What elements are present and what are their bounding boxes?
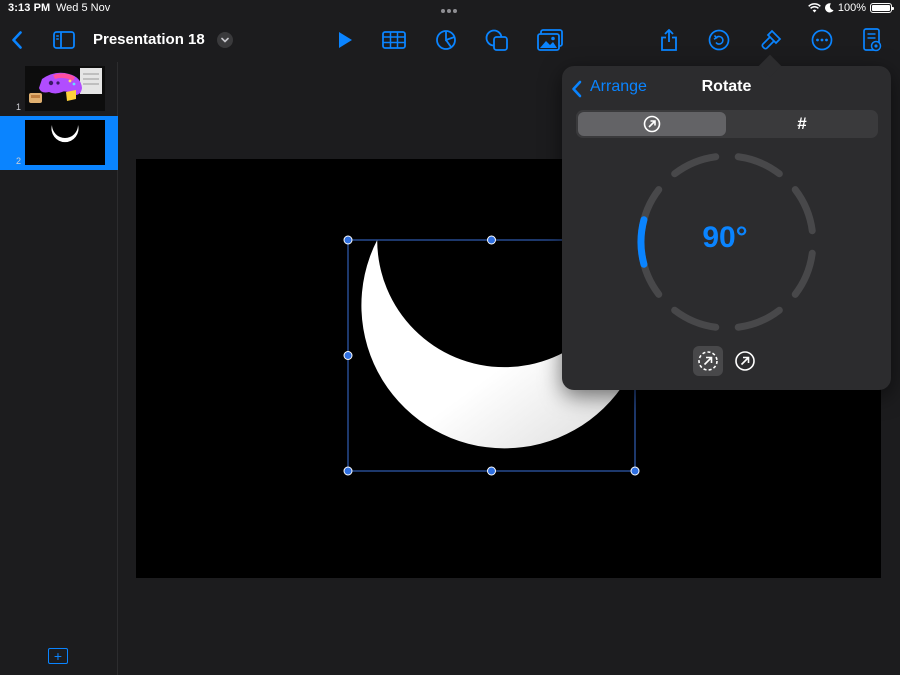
add-slide-icon[interactable]: + [48, 648, 68, 664]
presenter-notes-icon[interactable] [858, 26, 886, 54]
segment-rotate-dial[interactable] [578, 112, 726, 136]
multitasking-dots-icon[interactable] [441, 4, 461, 13]
status-date: Wed 5 Nov [56, 2, 111, 14]
rotate-dial-icon [643, 115, 661, 133]
media-icon[interactable] [536, 26, 564, 54]
shape-icon[interactable] [483, 26, 511, 54]
slide-1-preview [25, 66, 105, 111]
dial-tick-segment [671, 306, 720, 331]
back-to-arrange[interactable]: Arrange [590, 78, 647, 96]
selection-handle-bottom-right[interactable] [630, 466, 640, 476]
toolbar: Presentation 18 [0, 20, 900, 60]
rotate-mode-segmented-control: # [576, 110, 878, 138]
format-brush-icon[interactable] [757, 26, 785, 54]
battery-percent: 100% [837, 2, 866, 14]
selection-handle-top-middle[interactable] [487, 235, 496, 245]
undo-icon[interactable] [705, 26, 733, 54]
dial-tick-segment [734, 306, 783, 331]
moon-icon [824, 3, 834, 13]
rotate-popover: Arrange Rotate # 90° [562, 54, 891, 390]
document-title[interactable]: Presentation 18 [93, 31, 205, 48]
back-chevron-icon[interactable] [3, 26, 31, 54]
status-right: 100% [808, 2, 894, 14]
play-icon[interactable] [331, 26, 359, 54]
slide-2-preview [25, 120, 105, 165]
table-icon[interactable] [380, 26, 408, 54]
slide-thumbnail-2[interactable]: 2 [0, 116, 118, 170]
slide-navigator: 1 2 + [0, 62, 118, 675]
dial-tick-segment [671, 153, 720, 178]
status-time: 3:13 PM [8, 2, 51, 14]
rotate-arrow-button[interactable] [730, 346, 760, 376]
slide-number: 1 [16, 102, 22, 112]
wifi-icon [808, 3, 821, 13]
sidebar-toggle-icon[interactable] [50, 26, 78, 54]
game-controller-artwork [25, 66, 105, 111]
dial-tick-segment [734, 153, 783, 178]
rotate-arrow-icon [735, 351, 755, 371]
back-chevron-icon[interactable] [571, 80, 583, 98]
selection-handle-middle-left[interactable] [343, 351, 353, 360]
slide-number: 2 [16, 156, 22, 166]
share-icon[interactable] [655, 26, 683, 54]
crescent-moon-thumbnail [25, 120, 105, 165]
selection-handle-top-left[interactable] [343, 235, 353, 245]
dial-active-segment [637, 216, 648, 268]
dial-angle-indicator[interactable] [637, 216, 648, 268]
status-bar: 3:13 PM Wed 5 Nov 100% [0, 0, 900, 18]
chart-icon[interactable] [432, 26, 460, 54]
more-icon[interactable] [808, 26, 836, 54]
keynote-window: 3:13 PM Wed 5 Nov 100% Presentation 18 1… [0, 0, 900, 675]
battery-icon [870, 3, 894, 13]
rotation-angle-value[interactable]: 90° [665, 221, 785, 255]
dial-tick-segment [791, 186, 816, 235]
segment-numeric[interactable]: # [728, 112, 876, 136]
rotate-free-icon [698, 351, 718, 371]
selection-handle-bottom-left[interactable] [343, 466, 353, 476]
selection-handle-bottom-middle[interactable] [487, 466, 496, 476]
slide-thumbnail-1[interactable]: 1 [0, 62, 118, 116]
dial-tick-segment [791, 249, 816, 298]
title-menu-chevron-icon[interactable] [217, 32, 233, 48]
rotate-free-button[interactable] [693, 346, 723, 376]
